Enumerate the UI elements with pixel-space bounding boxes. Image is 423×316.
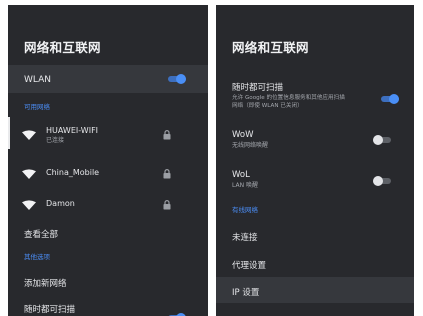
lock-icon <box>163 169 171 179</box>
proxy-settings-row[interactable]: 代理设置 <box>216 251 414 277</box>
wifi-icon <box>22 130 36 140</box>
network-name: HUAWEI-WIFI <box>46 126 99 135</box>
network-name: China_Mobile <box>46 168 100 177</box>
lock-icon <box>163 130 171 140</box>
wifi-icon <box>22 169 36 179</box>
ip-settings-label: IP 设置 <box>232 288 260 298</box>
network-item[interactable]: China_Mobile <box>8 159 208 187</box>
wlan-label: WLAN <box>24 75 52 85</box>
always-scan-description-line1: 允许 Google 的位置信息服务和其他应用扫描 <box>232 95 345 101</box>
wol-description: LAN 唤醒 <box>232 182 258 189</box>
proxy-settings-label: 代理设置 <box>232 261 267 271</box>
network-name: Damon <box>46 199 75 208</box>
wow-label: WoW <box>232 130 254 140</box>
lock-icon <box>163 200 171 210</box>
wol-label: WoL <box>232 170 250 180</box>
see-all-label: 查看全部 <box>24 230 59 240</box>
wow-row[interactable]: WoW 无线网络唤醒 <box>216 127 414 157</box>
wol-row[interactable]: WoL LAN 唤醒 <box>216 167 414 197</box>
wow-toggle[interactable] <box>373 135 391 145</box>
not-connected-row[interactable]: 未连接 <box>216 223 414 249</box>
network-status: 已连接 <box>46 137 65 144</box>
page-title: 网络和互联网 <box>24 40 101 55</box>
wired-network-header: 有线网络 <box>232 206 258 214</box>
wlan-toggle[interactable] <box>168 74 186 84</box>
not-connected-label: 未连接 <box>232 233 258 243</box>
available-networks-header: 可用网络 <box>24 103 50 111</box>
right-settings-panel: 网络和互联网 随时都可扫描 允许 Google 的位置信息服务和其他应用扫描 网… <box>216 5 414 316</box>
selection-indicator <box>8 117 10 149</box>
add-network-row[interactable]: 添加新网络 <box>8 271 208 295</box>
left-settings-panel: 网络和互联网 WLAN 可用网络 HUAWEI-WIFI 已连接 China_M… <box>8 5 208 316</box>
other-options-header: 其他选项 <box>24 253 50 261</box>
ip-settings-row[interactable]: IP 设置 <box>216 277 414 303</box>
wow-description: 无线网络唤醒 <box>232 142 269 149</box>
always-scan-label: 随时都可扫描 <box>24 305 76 315</box>
always-scan-row[interactable]: 随时都可扫描 <box>8 297 208 316</box>
wol-toggle[interactable] <box>373 176 391 186</box>
always-scan-description-line2: 网络（即使 WLAN 已关闭） <box>232 103 303 109</box>
see-all-row[interactable]: 查看全部 <box>8 221 208 245</box>
always-scan-row[interactable]: 随时都可扫描 允许 Google 的位置信息服务和其他应用扫描 网络（即使 WL… <box>216 79 414 119</box>
network-item[interactable]: Damon <box>8 191 208 219</box>
page-title: 网络和互联网 <box>232 40 309 55</box>
add-network-label: 添加新网络 <box>24 279 67 289</box>
always-scan-toggle[interactable] <box>381 94 399 104</box>
wifi-icon <box>22 200 36 210</box>
network-item[interactable]: HUAWEI-WIFI 已连接 <box>8 117 208 149</box>
wlan-row[interactable]: WLAN <box>8 65 208 93</box>
always-scan-label: 随时都可扫描 <box>232 83 284 93</box>
